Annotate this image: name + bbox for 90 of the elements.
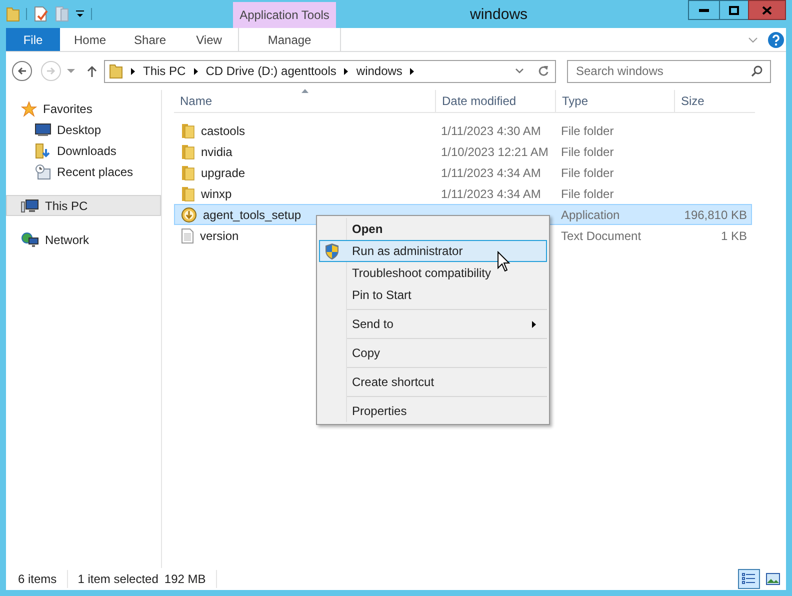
breadcrumb-arrow-icon[interactable] (344, 68, 348, 74)
nav-item[interactable]: Network (6, 229, 161, 250)
search-field[interactable]: Search windows (567, 60, 771, 82)
file-name[interactable]: nvidia (201, 142, 232, 160)
window-title: windows (470, 5, 528, 25)
menu-item[interactable]: Send to (319, 313, 547, 335)
help-icon[interactable] (768, 32, 784, 48)
breadcrumb[interactable]: windows (356, 62, 402, 80)
chevron-icon[interactable] (748, 36, 758, 42)
up-arrow-icon[interactable] (87, 65, 97, 77)
file-name[interactable]: castools (201, 122, 246, 140)
nav-item[interactable]: Downloads (6, 140, 161, 161)
breadcrumb[interactable]: This PC (143, 62, 186, 80)
date-modified: 1/11/2023 4:34 AM (441, 166, 541, 180)
file-type: File folder (561, 166, 614, 180)
file-type: File folder (561, 186, 614, 200)
file-size: 196,810 KB (684, 208, 747, 222)
search-icon (751, 64, 763, 76)
breadcrumb-arrow-icon[interactable] (194, 68, 198, 74)
sort-arrow-icon (301, 89, 308, 93)
computer-icon (21, 198, 39, 212)
file-size: 1 KB (720, 228, 747, 242)
refresh-icon[interactable] (538, 65, 549, 77)
ribbon-tab[interactable]: Manage (238, 28, 342, 51)
network-globe-icon (21, 232, 39, 248)
file-name[interactable]: agent_tools_setup (203, 206, 302, 224)
forward-arrow-icon (46, 66, 56, 76)
close-button[interactable] (748, 0, 786, 20)
breadcrumb[interactable]: CD Drive (D:) agenttools (206, 62, 336, 80)
submenu-arrow-icon (532, 320, 536, 328)
back-arrow-icon (17, 66, 27, 76)
maximize-icon (729, 6, 739, 14)
breadcrumb-arrow-icon[interactable] (410, 68, 414, 74)
selection-count: 1 item selected (76, 571, 158, 588)
column-header[interactable]: Name (174, 90, 436, 112)
menu-item[interactable]: Properties (319, 400, 547, 422)
file-name[interactable]: winxp (201, 184, 232, 202)
menu-item[interactable]: Create shortcut (319, 371, 547, 393)
menu-item[interactable]: Run as administrator (319, 240, 547, 262)
star-icon (21, 100, 37, 116)
contextual-tab-group: Application Tools (233, 2, 336, 28)
dropdown-icon[interactable] (515, 68, 524, 74)
minimize-button[interactable] (688, 0, 720, 20)
selection-size: 192 MB (158, 570, 217, 588)
minimize-icon (699, 8, 709, 12)
ribbon-tab[interactable]: View (180, 28, 238, 51)
nav-item[interactable]: Recent places (6, 161, 161, 182)
file-type: Application (561, 208, 620, 222)
properties-icon[interactable] (33, 6, 49, 22)
ribbon-tab[interactable]: Share (120, 28, 180, 51)
folder-icon (181, 122, 195, 138)
nav-item[interactable]: Favorites (6, 98, 161, 119)
column-header[interactable]: Type (556, 90, 675, 112)
ribbon-tab[interactable]: Home (60, 28, 120, 51)
breadcrumb-arrow-icon[interactable] (131, 68, 135, 74)
close-icon (762, 6, 772, 14)
file-type: File folder (561, 144, 614, 158)
shield-icon (324, 243, 340, 260)
text-document-icon (181, 228, 194, 244)
column-header[interactable]: Size (675, 90, 755, 112)
file-type: Text Document (561, 228, 642, 242)
folder-icon (181, 164, 195, 180)
item-count: 6 items (6, 570, 68, 588)
ribbon-tab[interactable]: File (6, 28, 60, 51)
folder-icon (181, 186, 195, 202)
folder-icon (109, 63, 123, 79)
menu-item[interactable]: Copy (319, 342, 547, 364)
file-name[interactable]: version (200, 226, 239, 244)
dropdown-icon[interactable] (75, 8, 85, 18)
view-button[interactable] (738, 569, 760, 589)
date-modified: 1/10/2023 12:21 AM (441, 144, 548, 158)
menu-item[interactable]: Troubleshoot compatibility (319, 262, 547, 284)
file-type: File folder (561, 124, 614, 138)
back-button[interactable] (12, 61, 32, 81)
folder-icon (181, 144, 195, 160)
address-bar[interactable]: This PC CD Drive (D:) agenttools windows (104, 60, 556, 82)
nav-item[interactable]: Desktop (6, 119, 161, 140)
monitor-icon (35, 122, 51, 136)
date-modified: 1/11/2023 4:34 AM (441, 186, 541, 200)
recent-places-icon (35, 164, 51, 180)
setup-icon (181, 206, 197, 222)
file-name[interactable]: upgrade (201, 164, 246, 182)
date-modified: 1/11/2023 4:30 AM (441, 124, 541, 138)
nav-item[interactable]: This PC (6, 195, 161, 216)
column-header[interactable]: Date modified (436, 90, 556, 112)
large-icons-view-icon (766, 573, 780, 585)
pointer-icon (497, 251, 511, 272)
details-view-icon (742, 573, 756, 585)
download-folder-icon (35, 142, 51, 158)
menu-item[interactable]: Pin to Start (319, 284, 547, 306)
